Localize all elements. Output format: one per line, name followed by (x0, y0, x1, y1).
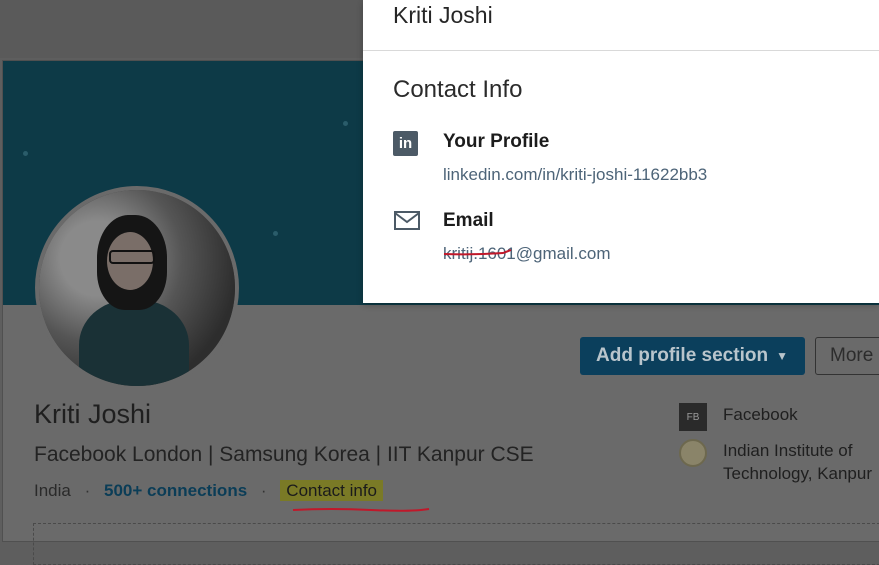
contact-info-link[interactable]: Contact info (280, 480, 384, 501)
profile-url-link[interactable]: linkedin.com/in/kriti-joshi-11622bb3 (443, 165, 707, 185)
contact-row-title: Email (443, 210, 494, 231)
profile-strength-box (33, 523, 879, 565)
separator-dot: · (260, 481, 267, 500)
profile-meta: India · 500+ connections · Contact info (34, 480, 384, 501)
iit-seal-icon (679, 439, 707, 467)
linkedin-icon: in (393, 131, 418, 156)
red-underline-annotation (292, 508, 430, 512)
profile-headline: Facebook London | Samsung Korea | IIT Ka… (34, 443, 534, 466)
separator-dot: · (84, 481, 91, 500)
facebook-logo-icon: FB (679, 403, 707, 431)
contact-info-heading: Contact Info (393, 76, 523, 103)
connections-link[interactable]: 500+ connections (104, 481, 247, 500)
profile-name: Kriti Joshi (34, 399, 152, 429)
experience-label: Facebook (723, 405, 798, 424)
profile-avatar[interactable] (35, 186, 239, 390)
envelope-icon (394, 211, 420, 230)
profile-location: India (34, 481, 71, 500)
add-profile-section-label: Add profile section (596, 345, 769, 366)
education-iit[interactable]: Indian Institute of Technology, Kanpur (679, 439, 872, 485)
more-button[interactable]: More (815, 337, 879, 375)
education-label-line2: Technology, Kanpur (723, 464, 873, 483)
education-label: Indian Institute of Technology, Kanpur (723, 439, 872, 485)
modal-title-name: Kriti Joshi (393, 2, 493, 28)
education-label-line1: Indian Institute of (723, 441, 853, 460)
more-button-label: More (830, 345, 874, 366)
contact-row-title: Your Profile (443, 131, 550, 152)
red-underline-annotation (443, 249, 512, 256)
add-profile-section-button[interactable]: Add profile section ▼ (580, 337, 805, 375)
experience-facebook[interactable]: FB Facebook (679, 403, 798, 431)
caret-down-icon: ▼ (776, 349, 788, 363)
modal-header: Kriti Joshi (363, 0, 879, 51)
contact-info-modal: Kriti Joshi Contact Info in Your Profile… (363, 0, 879, 303)
